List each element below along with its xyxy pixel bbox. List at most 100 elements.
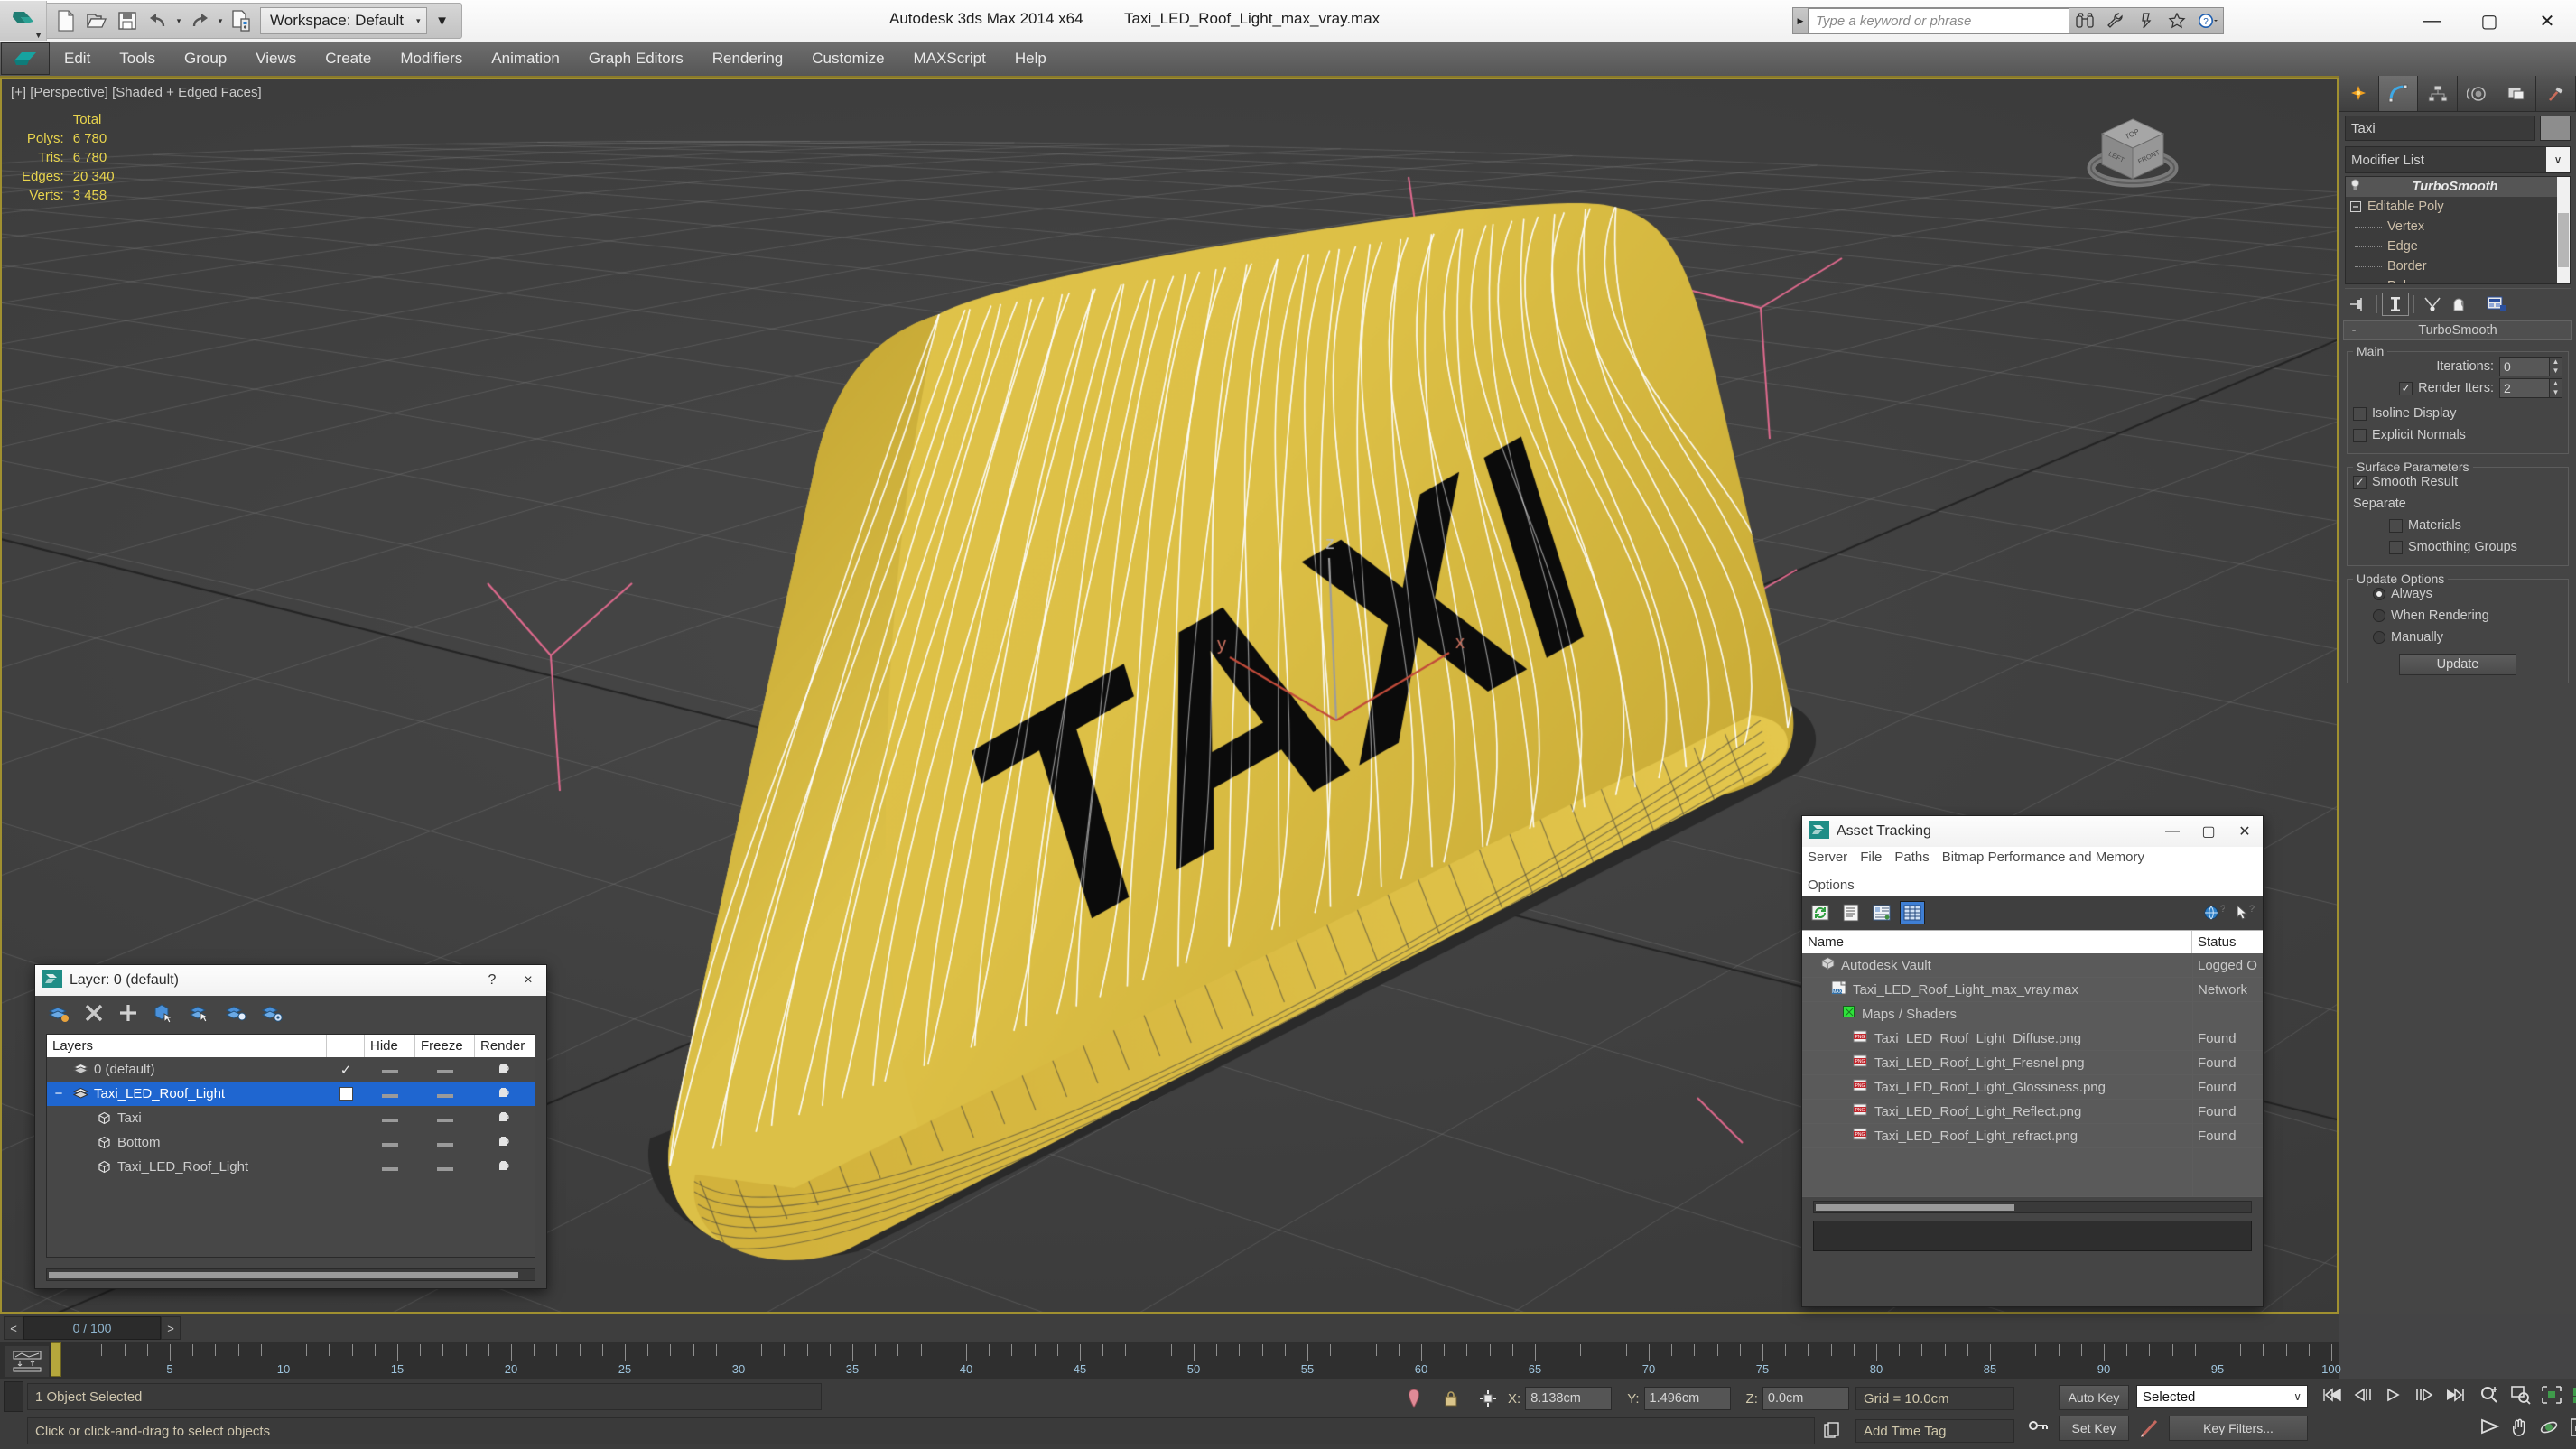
- save-icon[interactable]: [112, 5, 143, 36]
- add-layer-icon[interactable]: [118, 1003, 138, 1027]
- set-key-button[interactable]: Set Key: [2059, 1416, 2129, 1441]
- application-menu-button[interactable]: ▼: [0, 1, 47, 41]
- display-tab[interactable]: [2497, 76, 2537, 111]
- add-time-tag[interactable]: Add Time Tag: [1855, 1419, 2014, 1443]
- layer-hide-toggle[interactable]: [365, 1135, 415, 1150]
- prev-frame-icon[interactable]: [2353, 1387, 2373, 1403]
- infocenter-expand-icon[interactable]: ▶: [1793, 8, 1808, 33]
- goto-start-icon[interactable]: [2322, 1387, 2342, 1403]
- detail-view-icon[interactable]: [1869, 901, 1894, 924]
- layer-row-default[interactable]: 0 (default) ✓: [47, 1057, 535, 1082]
- asset-row-max-file[interactable]: MAX Taxi_LED_Roof_Light_max_vray.max Net…: [1802, 977, 2263, 1002]
- layer-current-box[interactable]: [327, 1087, 365, 1101]
- rollout-header[interactable]: - TurboSmooth: [2343, 320, 2572, 340]
- minimize-button[interactable]: —: [2403, 0, 2460, 42]
- render-iters-spinner-arrows[interactable]: ▲ ▼: [2550, 378, 2562, 398]
- teapot-icon[interactable]: [475, 1110, 535, 1127]
- asset-scroll-thumb[interactable]: [1816, 1204, 2014, 1211]
- layer-hide-toggle[interactable]: [365, 1062, 415, 1077]
- goto-end-icon[interactable]: [2445, 1387, 2465, 1403]
- lock-selection-icon[interactable]: [1441, 1389, 1461, 1408]
- track-bar[interactable]: 5 10 15 20 25 30 35 40 45 50 55 60 65 70 75 80 85 90 95 100: [0, 1342, 2341, 1379]
- asset-row-diffuse[interactable]: PNG Taxi_LED_Roof_Light_Diffuse.png Foun…: [1802, 1026, 2263, 1051]
- asset-row-refract[interactable]: PNG Taxi_LED_Roof_Light_refract.png Foun…: [1802, 1123, 2263, 1148]
- asset-close-button[interactable]: ✕: [2227, 817, 2263, 846]
- isolate-icon[interactable]: [1404, 1389, 1424, 1408]
- asset-tracking-dialog[interactable]: Asset Tracking — ▢ ✕ Server File Paths B…: [1801, 815, 2264, 1307]
- asset-maximize-button[interactable]: ▢: [2190, 817, 2227, 846]
- asset-row-autodesk-vault[interactable]: Autodesk Vault Logged O: [1802, 952, 2263, 978]
- menu-item-tools[interactable]: Tools: [105, 42, 170, 76]
- layer-properties-icon[interactable]: [261, 1003, 283, 1027]
- maximize-button[interactable]: ▢: [2460, 0, 2518, 42]
- layer-row-taxi-led-roof-light-object[interactable]: Taxi_LED_Roof_Light: [47, 1155, 535, 1179]
- orbit-icon[interactable]: [2539, 1417, 2561, 1437]
- coord-z-field[interactable]: 0.0cm: [1762, 1387, 1849, 1410]
- new-icon[interactable]: [51, 5, 81, 36]
- menu-item-animation[interactable]: Animation: [477, 42, 574, 76]
- zoom-extents-icon[interactable]: [2541, 1385, 2562, 1405]
- make-unique-icon[interactable]: [2419, 293, 2446, 316]
- render-iters-checkbox[interactable]: ✓: [2399, 381, 2413, 395]
- layer-freeze-toggle[interactable]: [415, 1110, 475, 1126]
- asset-row-fresnel[interactable]: PNG Taxi_LED_Roof_Light_Fresnel.png Foun…: [1802, 1050, 2263, 1075]
- teapot-icon[interactable]: [475, 1086, 535, 1102]
- asset-horizontal-scrollbar[interactable]: [1813, 1201, 2252, 1213]
- grid-view-icon[interactable]: [1900, 901, 1925, 924]
- layer-freeze-toggle[interactable]: [415, 1086, 475, 1101]
- isoline-display-checkbox[interactable]: [2353, 406, 2367, 421]
- zoom-icon[interactable]: [2479, 1385, 2501, 1405]
- update-button[interactable]: Update: [2399, 654, 2516, 675]
- menu-item-help[interactable]: Help: [1000, 42, 1061, 76]
- asset-tracking-titlebar[interactable]: Asset Tracking — ▢ ✕: [1802, 816, 2263, 847]
- layer-dialog-close-button[interactable]: ×: [510, 966, 546, 995]
- asset-menu-options[interactable]: Options: [1808, 878, 2257, 893]
- layer-dialog[interactable]: Layer: 0 (default) ? × Layers Hide Freez…: [34, 964, 547, 1289]
- viewcube[interactable]: TOP LEFT FRONT: [2078, 99, 2187, 208]
- close-button[interactable]: ✕: [2518, 0, 2576, 42]
- maxscript-listener-mini[interactable]: [4, 1381, 23, 1412]
- layer-row-taxi[interactable]: Taxi: [47, 1106, 535, 1130]
- menu-item-modifiers[interactable]: Modifiers: [386, 42, 477, 76]
- rollout-collapse-icon[interactable]: -: [2344, 323, 2364, 338]
- menu-item-create[interactable]: Create: [311, 42, 386, 76]
- key-filters-button[interactable]: Key Filters...: [2169, 1416, 2308, 1441]
- redo-icon[interactable]: [184, 5, 215, 36]
- layer-row-taxi-led-roof-light[interactable]: − Taxi_LED_Roof_Light: [47, 1082, 535, 1106]
- smoothing-groups-checkbox[interactable]: [2389, 540, 2403, 554]
- asset-menu-bitmap[interactable]: Bitmap Performance and Memory: [1942, 850, 2144, 865]
- wrench-icon[interactable]: [2100, 8, 2131, 33]
- list-view-icon[interactable]: [1838, 901, 1864, 924]
- asset-menu-server[interactable]: Server: [1808, 850, 1847, 865]
- iterations-spinner[interactable]: 0 ▲ ▼: [2499, 357, 2562, 376]
- always-radio[interactable]: [2373, 588, 2385, 600]
- undo-dropdown-caret[interactable]: ▾: [173, 16, 184, 26]
- object-color-swatch[interactable]: [2540, 116, 2571, 141]
- project-icon[interactable]: [226, 5, 256, 36]
- coord-x-field[interactable]: 8.138cm: [1525, 1387, 1613, 1410]
- key-filter-selection-dropdown[interactable]: Selected ∨: [2136, 1385, 2308, 1408]
- object-name-field[interactable]: Taxi: [2345, 116, 2535, 141]
- menu-item-graph-editors[interactable]: Graph Editors: [574, 42, 698, 76]
- stack-item-editable-poly[interactable]: Editable Poly: [2346, 197, 2570, 217]
- max-menu-logo-icon[interactable]: [1, 42, 50, 75]
- menu-item-rendering[interactable]: Rendering: [698, 42, 797, 76]
- layer-scroll-thumb[interactable]: [49, 1272, 518, 1278]
- qat-overflow-icon[interactable]: ▼: [427, 5, 458, 36]
- layer-hide-toggle[interactable]: [365, 1110, 415, 1126]
- coord-y-field[interactable]: 1.496cm: [1643, 1387, 1731, 1410]
- help-globe-icon[interactable]: ?: [2201, 901, 2227, 924]
- layer-current-check[interactable]: ✓: [327, 1062, 365, 1078]
- remove-modifier-icon[interactable]: [2446, 293, 2473, 316]
- favorites-star-icon[interactable]: [2162, 8, 2192, 33]
- menu-item-customize[interactable]: Customize: [797, 42, 898, 76]
- viewport-label[interactable]: [+] [Perspective] [Shaded + Edged Faces]: [11, 85, 262, 100]
- show-end-result-icon[interactable]: [2382, 292, 2409, 316]
- create-tab[interactable]: [2339, 76, 2379, 111]
- asset-row-reflect[interactable]: PNG Taxi_LED_Roof_Light_Reflect.png Foun…: [1802, 1099, 2263, 1124]
- layer-hide-toggle[interactable]: [365, 1159, 415, 1175]
- field-of-view-icon[interactable]: [2479, 1417, 2501, 1437]
- asset-menu-paths[interactable]: Paths: [1894, 850, 1929, 865]
- undo-icon[interactable]: [143, 5, 173, 36]
- maximize-viewport-icon[interactable]: [2570, 1417, 2576, 1437]
